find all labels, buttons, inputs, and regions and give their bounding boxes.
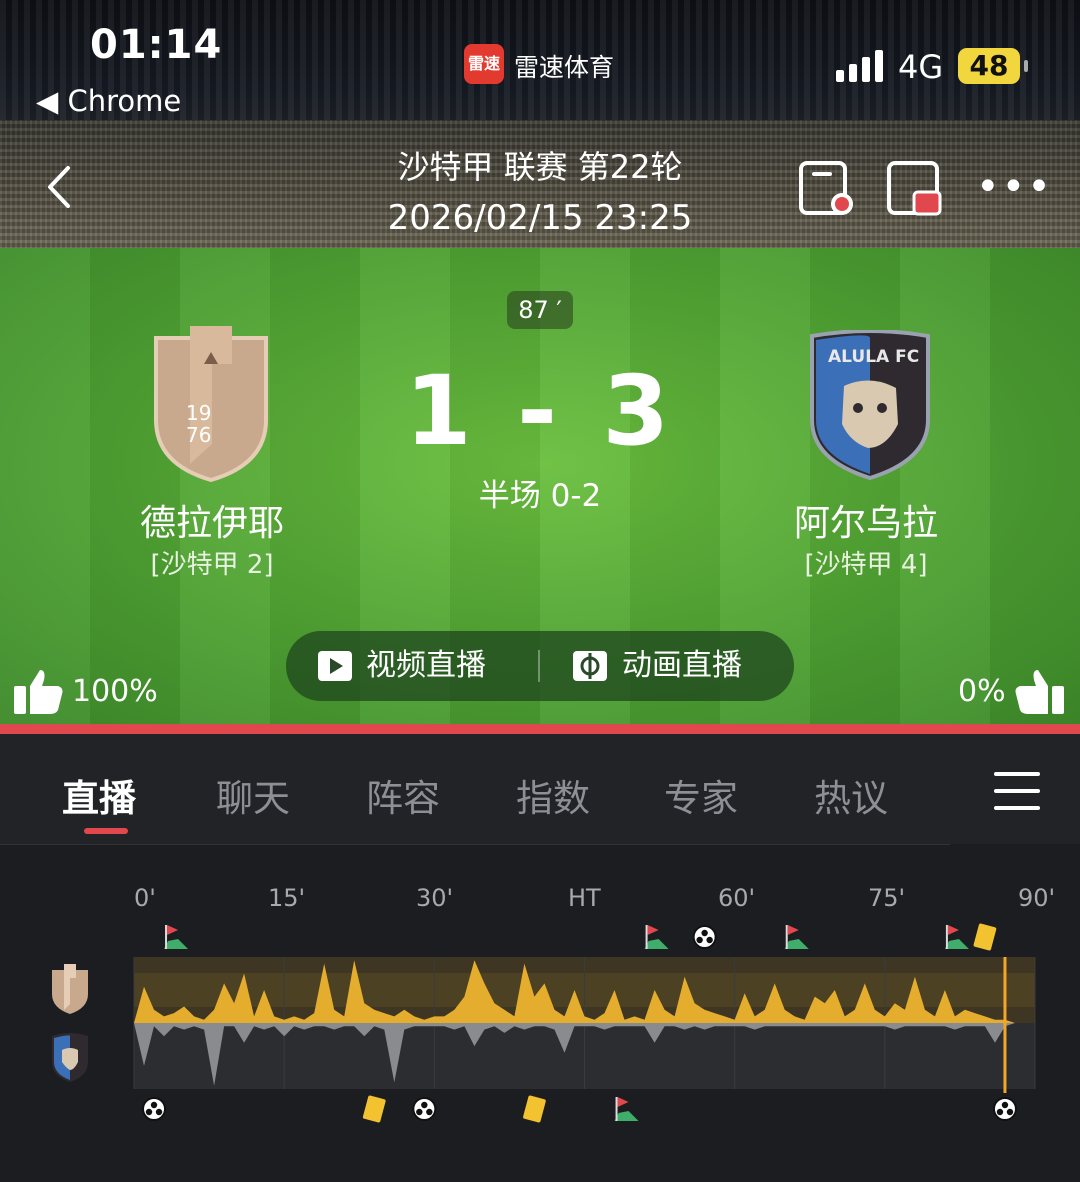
corner-flag-icon[interactable] [614, 1097, 639, 1121]
goal-event-icon[interactable] [992, 1097, 1017, 1121]
battery-cap-icon [1024, 60, 1028, 72]
animation-live-label: 动画直播 [622, 648, 742, 683]
tab-chat[interactable]: 聊天 [216, 768, 290, 822]
score-divider [0, 724, 1080, 734]
more-options-icon[interactable]: ••• [976, 164, 1053, 210]
thumbs-up-icon [1015, 670, 1064, 714]
status-time: 01:14 [90, 22, 223, 68]
network-type: 4G [898, 48, 944, 86]
play-video-icon [318, 651, 352, 681]
goal-event-icon[interactable] [692, 925, 717, 949]
animation-live-button[interactable]: 动画直播 [572, 631, 742, 701]
yellow-card-icon[interactable] [362, 1095, 386, 1123]
picture-in-picture-icon[interactable] [886, 160, 942, 216]
thumbs-up-icon [14, 670, 63, 714]
tab-experts[interactable]: 专家 [664, 768, 738, 822]
corner-flag-icon[interactable] [164, 925, 189, 949]
pitch-animation-icon [573, 651, 607, 681]
away-badge-text: ALULA FC [828, 347, 919, 367]
active-tab-indicator [84, 828, 128, 834]
home-like[interactable]: 100% [14, 668, 158, 714]
signal-icon [836, 50, 883, 82]
goal-event-icon[interactable] [142, 1097, 167, 1121]
home-badge-year: 19 [186, 401, 211, 425]
tab-live[interactable]: 直播 [62, 768, 136, 822]
tab-odds[interactable]: 指数 [516, 768, 590, 822]
home-like-percent: 100% [72, 673, 158, 709]
goal-event-icon[interactable] [412, 1097, 437, 1121]
app-name: 雷速体育 [514, 53, 615, 82]
svg-text:76: 76 [186, 423, 211, 447]
battery-level: 48 [958, 48, 1020, 84]
float-window-icon[interactable] [798, 160, 854, 216]
away-like[interactable]: 0% [958, 668, 1064, 714]
pressure-chart [133, 923, 1036, 1123]
menu-icon[interactable] [994, 772, 1040, 810]
video-live-button[interactable]: 视频直播 [318, 631, 486, 701]
app-logo-icon: 雷速 [464, 44, 504, 84]
corner-flag-icon[interactable] [784, 925, 809, 949]
live-divider [538, 650, 540, 682]
home-team-rank: [沙特甲 2] [150, 550, 274, 580]
home-team-badge[interactable]: 19 76 [150, 324, 272, 482]
tab-lineup[interactable]: 阵容 [366, 768, 440, 822]
corner-flag-icon[interactable] [644, 925, 669, 949]
yellow-card-icon[interactable] [523, 1095, 547, 1123]
yellow-card-icon[interactable] [973, 923, 997, 951]
home-team-name[interactable]: 德拉伊耶 [62, 494, 362, 546]
away-team-badge[interactable]: ALULA FC [808, 330, 932, 480]
away-like-percent: 0% [958, 673, 1006, 709]
match-minute: 87 ′ [507, 291, 573, 329]
back-to-app-link[interactable]: ◀ Chrome [36, 84, 181, 118]
video-live-label: 视频直播 [366, 648, 486, 683]
away-team-name[interactable]: 阿尔乌拉 [716, 494, 1016, 546]
tab-discussion[interactable]: 热议 [814, 768, 888, 822]
corner-flag-icon[interactable] [944, 925, 969, 949]
away-team-rank: [沙特甲 4] [804, 550, 928, 580]
